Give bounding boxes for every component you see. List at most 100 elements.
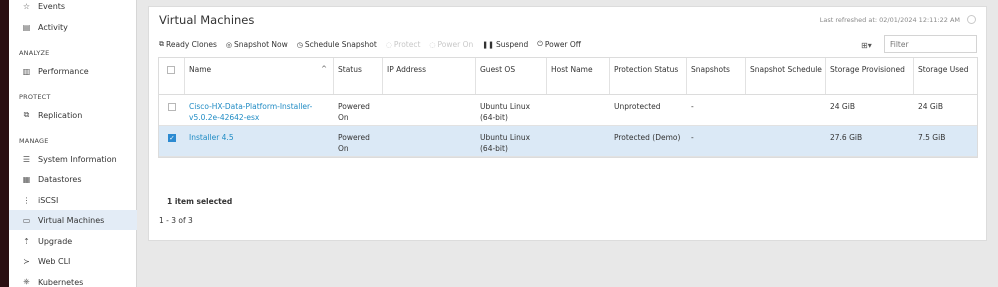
section-analyze: ANALYZE: [19, 49, 50, 57]
row-checkbox-checked[interactable]: ✓: [168, 134, 176, 142]
sidebar-item-system-information[interactable]: ☰ System Information: [9, 149, 137, 169]
select-all-cell: [159, 58, 184, 94]
window-edge: [0, 0, 9, 287]
sidebar-item-label: iSCSI: [38, 195, 59, 205]
vm-name-link[interactable]: Cisco-HX-Data-Platform-Installer-v5.0.2e…: [184, 95, 333, 125]
storage-used-cell: 7.5 GiB: [918, 133, 946, 142]
filter-input[interactable]: [884, 35, 977, 53]
protection-status-cell: Unprotected: [614, 102, 661, 111]
column-header-protection-status[interactable]: Protection Status: [609, 58, 686, 94]
suspend-button[interactable]: ❚❚ Suspend: [482, 40, 528, 49]
selection-count: 1 item selected: [167, 197, 233, 206]
terminal-icon: ≻: [23, 256, 30, 266]
snapshots-cell: -: [691, 133, 694, 142]
upgrade-icon: ⇡: [23, 236, 30, 246]
sidebar-item-label: Performance: [38, 66, 89, 76]
column-header-guest-os[interactable]: Guest OS: [475, 58, 546, 94]
replication-icon: ⧉: [23, 110, 30, 119]
sidebar-item-label: Kubernetes: [38, 277, 84, 287]
snapshot-schedule-cell: [745, 95, 825, 125]
sidebar-item-events[interactable]: ☆ Events: [9, 0, 137, 16]
pagination-info: 1 - 3 of 3: [159, 216, 193, 225]
host-name-cell: [546, 95, 609, 125]
ip-address-cell: [382, 126, 475, 156]
sidebar-item-performance[interactable]: ▥ Performance: [9, 61, 137, 81]
sidebar-item-label: Upgrade: [38, 236, 73, 246]
snapshot-now-label: Snapshot Now: [233, 40, 288, 49]
column-header-name[interactable]: Name ^: [184, 58, 333, 94]
column-picker-button[interactable]: ⊞▾: [861, 41, 872, 50]
kubernetes-icon: ⎈: [23, 277, 30, 286]
toolbar: ⧉ Ready Clones ◎ Snapshot Now ◷ Schedule…: [159, 40, 581, 49]
power-on-button[interactable]: ◌ Power On: [429, 40, 473, 49]
vm-name-link[interactable]: Installer 4.5: [184, 126, 333, 156]
sidebar-item-label: System Information: [38, 154, 117, 164]
power-off-button[interactable]: ⏻ Power Off: [537, 40, 581, 49]
sidebar-item-kubernetes[interactable]: ⎈ Kubernetes: [9, 272, 137, 287]
shield-icon: ◌: [385, 40, 392, 49]
vm-table: Name ^ Status IP Address Guest OS Host N…: [158, 57, 978, 158]
table-header: Name ^ Status IP Address Guest OS Host N…: [159, 58, 977, 95]
guest-os-cell: Ubuntu Linux (64-bit): [480, 102, 531, 122]
select-all-checkbox[interactable]: [167, 66, 175, 74]
protect-label: Protect: [393, 40, 421, 49]
sidebar-item-label: Activity: [38, 22, 68, 32]
column-header-snapshots[interactable]: Snapshots: [686, 58, 745, 94]
sidebar-item-virtual-machines[interactable]: ▭ Virtual Machines: [9, 210, 137, 230]
snapshot-now-button[interactable]: ◎ Snapshot Now: [226, 40, 288, 49]
section-protect: PROTECT: [19, 93, 51, 101]
refresh-icon[interactable]: [967, 15, 976, 24]
sidebar-item-label: Virtual Machines: [38, 215, 105, 225]
power-icon: ⏻: [537, 40, 543, 48]
column-header-ip-address[interactable]: IP Address: [382, 58, 475, 94]
schedule-snapshot-button[interactable]: ◷ Schedule Snapshot: [297, 40, 377, 49]
column-header-status[interactable]: Status: [333, 58, 382, 94]
host-name-cell: [546, 126, 609, 156]
sidebar-item-replication[interactable]: ⧉ Replication: [9, 105, 137, 125]
sidebar-item-label: Datastores: [38, 174, 82, 184]
status-cell: Powered On: [338, 133, 370, 153]
chart-icon: ▥: [22, 66, 31, 76]
last-refreshed-text: Last refreshed at: 02/01/2024 12:11:22 A…: [819, 16, 960, 24]
sidebar-item-web-cli[interactable]: ≻ Web CLI: [9, 251, 137, 271]
row-checkbox-cell: ✓: [159, 126, 184, 156]
column-header-storage-provisioned[interactable]: Storage Provisioned: [825, 58, 913, 94]
protection-status-cell: Protected (Demo): [614, 133, 681, 142]
ready-clones-label: Ready Clones: [166, 40, 217, 49]
row-checkbox[interactable]: [168, 103, 176, 111]
storage-provisioned-cell: 27.6 GiB: [830, 133, 863, 142]
system-info-icon: ☰: [22, 154, 31, 164]
sidebar-item-label: Events: [38, 1, 66, 11]
sort-ascending-icon[interactable]: ^: [321, 64, 327, 75]
clock-icon: ◷: [296, 40, 303, 49]
iscsi-icon: ⋮: [22, 195, 31, 205]
column-header-host-name[interactable]: Host Name: [546, 58, 609, 94]
storage-provisioned-cell: 24 GiB: [830, 102, 855, 111]
sidebar-item-upgrade[interactable]: ⇡ Upgrade: [9, 231, 137, 251]
protect-button[interactable]: ◌ Protect: [386, 40, 421, 49]
virtual-machines-panel: Virtual Machines Last refreshed at: 02/0…: [148, 6, 987, 241]
pause-icon: ❚❚: [482, 40, 494, 49]
sidebar-item-label: Replication: [38, 110, 83, 120]
power-on-icon: ◌: [429, 40, 436, 49]
sidebar-item-activity[interactable]: ▤ Activity: [9, 17, 137, 37]
monitor-icon: ▭: [22, 215, 31, 225]
clone-icon: ⧉: [159, 40, 164, 48]
column-header-label: Name: [189, 65, 212, 74]
table-row[interactable]: Cisco-HX-Data-Platform-Installer-v5.0.2e…: [159, 95, 977, 126]
power-off-label: Power Off: [544, 40, 581, 49]
ip-address-cell: [382, 95, 475, 125]
column-header-snapshot-schedule[interactable]: Snapshot Schedule: [745, 58, 825, 94]
ready-clones-button[interactable]: ⧉ Ready Clones: [159, 40, 217, 49]
schedule-snapshot-label: Schedule Snapshot: [304, 40, 377, 49]
sidebar-item-datastores[interactable]: ▦ Datastores: [9, 169, 137, 189]
table-row[interactable]: ✓ Installer 4.5 Powered On Ubuntu Linux …: [159, 126, 977, 157]
sidebar-item-iscsi[interactable]: ⋮ iSCSI: [9, 190, 137, 210]
row-checkbox-cell: [159, 95, 184, 125]
page-title: Virtual Machines: [159, 13, 255, 27]
column-header-storage-used[interactable]: Storage Used: [913, 58, 979, 94]
status-cell: Powered On: [338, 102, 370, 122]
storage-used-cell: 24 GiB: [918, 102, 943, 111]
power-on-label: Power On: [437, 40, 474, 49]
section-manage: MANAGE: [19, 137, 49, 145]
